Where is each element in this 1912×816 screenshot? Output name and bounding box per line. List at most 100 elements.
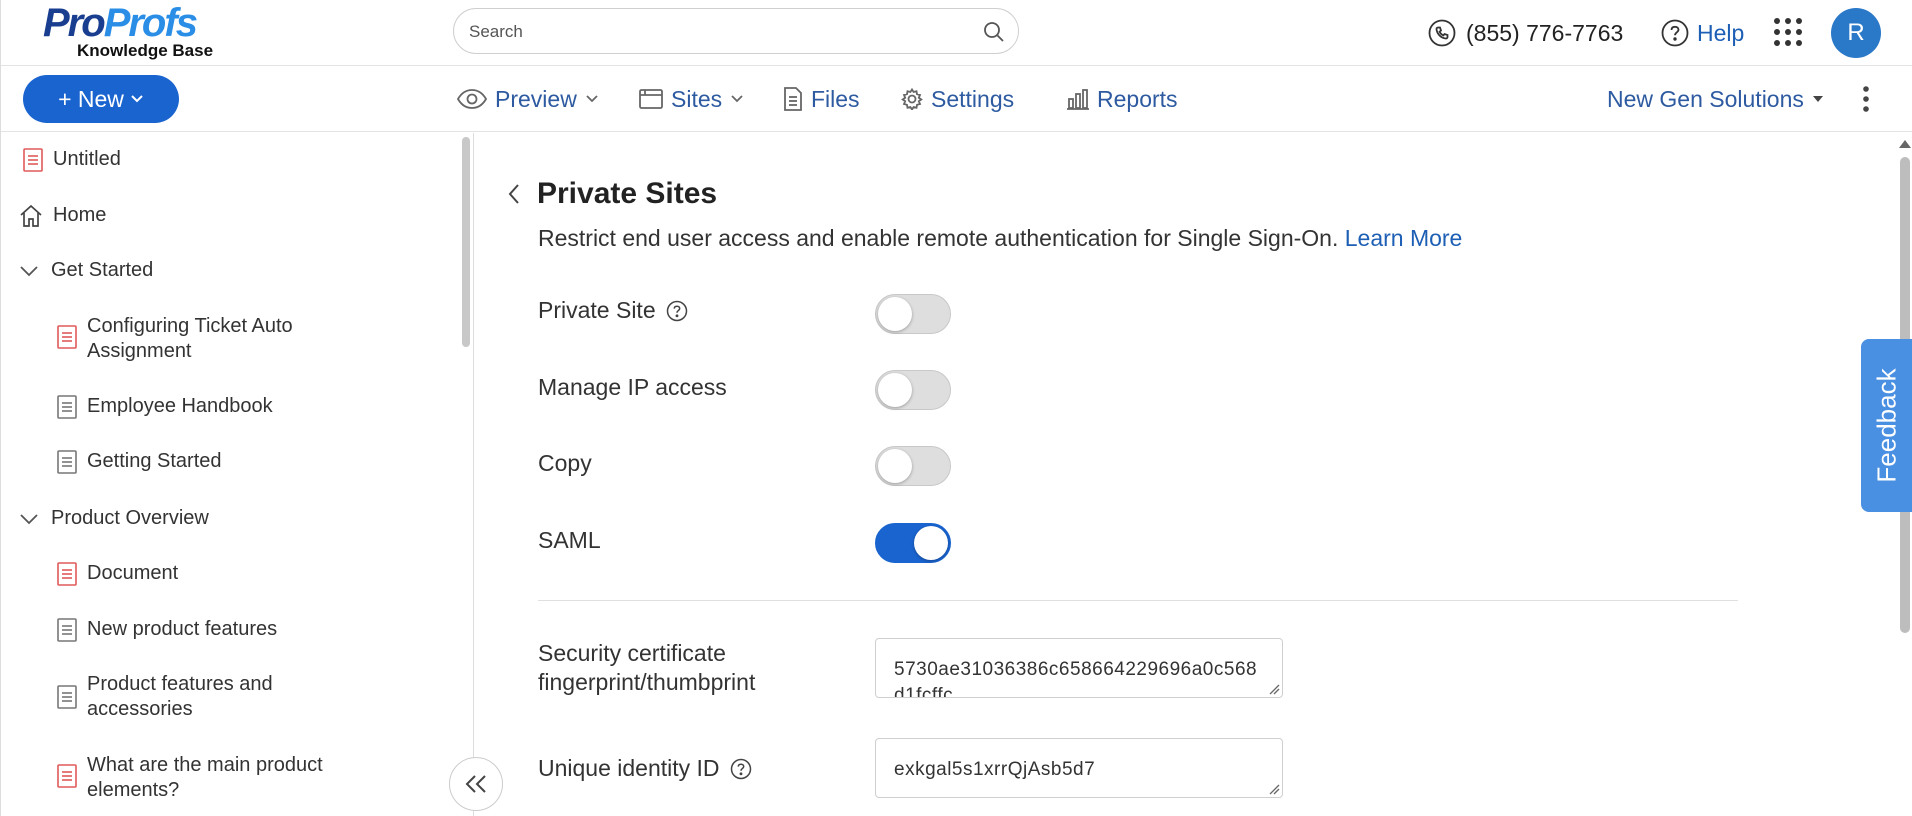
sidebar-item-product-features-accessories[interactable]: Product features and accessories [57, 672, 327, 722]
toggle-knob [878, 373, 912, 407]
proprofs-logo[interactable]: ProProfs Knowledge Base [43, 3, 223, 61]
toolbar: + New Preview Sites Files Settings Repor… [1, 66, 1912, 132]
scroll-up-arrow-icon[interactable] [1897, 137, 1912, 151]
help-link[interactable]: Help [1661, 16, 1744, 50]
eye-icon [457, 89, 487, 109]
app-grid-icon[interactable] [1773, 17, 1803, 47]
feedback-tab[interactable]: Feedback [1861, 339, 1912, 512]
sidebar-item-employee-handbook[interactable]: Employee Handbook [57, 394, 273, 419]
nav-sites[interactable]: Sites [639, 80, 744, 118]
private-site-label: Private Site [538, 297, 688, 324]
unique-identity-label: Unique identity ID [538, 755, 752, 782]
saml-toggle[interactable] [875, 523, 951, 563]
field-value: exkgal5s1xrrQjAsb5d7 [894, 759, 1096, 780]
sidebar-item-label: Getting Started [87, 450, 222, 472]
phone-icon [1428, 19, 1456, 47]
field-label-line: Unique identity ID [538, 755, 720, 781]
resize-handle-icon[interactable] [1268, 783, 1280, 795]
sidebar-item-untitled[interactable]: Untitled [23, 147, 121, 172]
search-box[interactable] [453, 8, 1019, 54]
sidebar-item-label: Home [53, 204, 107, 226]
toggle-label: Copy [538, 450, 592, 476]
unique-identity-field[interactable]: exkgal5s1xrrQjAsb5d7 [875, 738, 1283, 798]
chevron-down-icon [131, 95, 143, 103]
account-switcher[interactable]: New Gen Solutions [1607, 80, 1824, 118]
document-icon [57, 395, 77, 419]
new-button[interactable]: + New [23, 75, 179, 123]
bar-chart-icon [1067, 89, 1089, 110]
feedback-label: Feedback [1871, 368, 1902, 483]
sidebar-item-home[interactable]: Home [19, 203, 106, 228]
phone-number: (855) 776-7763 [1466, 19, 1624, 46]
sidebar: Untitled Home Get Started Configuring Ti… [1, 133, 474, 816]
chevron-down-icon [20, 266, 38, 277]
sidebar-item-configuring-ticket[interactable]: Configuring Ticket Auto Assignment [57, 314, 377, 364]
account-name: New Gen Solutions [1607, 85, 1804, 112]
nav-files[interactable]: Files [783, 80, 860, 118]
chevron-down-icon [731, 95, 743, 103]
help-icon[interactable] [730, 758, 752, 780]
sidebar-item-label: Document [87, 562, 179, 584]
file-icon [784, 87, 802, 111]
gear-icon [901, 88, 923, 110]
phone-contact[interactable]: (855) 776-7763 [1428, 16, 1623, 50]
nav-reports[interactable]: Reports [1067, 80, 1178, 118]
certificate-fingerprint-field[interactable]: 5730ae31036386c658664229696a0c568d1fcffc [875, 638, 1283, 698]
sidebar-item-label: Product features and accessories [87, 673, 273, 720]
nav-settings-label: Settings [931, 85, 1015, 112]
top-bar: ProProfs Knowledge Base (855) 776-7763 H… [1, 0, 1912, 66]
more-options-icon[interactable] [1856, 84, 1876, 114]
field-label-line: Security certificate [538, 640, 726, 666]
sidebar-item-label: Employee Handbook [87, 395, 273, 417]
sidebar-item-label: What are the main product elements? [87, 754, 323, 801]
divider [538, 600, 1738, 601]
avatar[interactable]: R [1831, 8, 1881, 58]
chevron-down-icon [586, 95, 598, 103]
sidebar-item-new-product-features[interactable]: New product features [57, 617, 277, 642]
new-button-label: + New [58, 85, 124, 112]
help-icon [1661, 19, 1689, 47]
toggle-label: SAML [538, 527, 601, 553]
main-content: Private Sites Restrict end user access a… [475, 133, 1895, 816]
nav-files-label: Files [811, 85, 860, 112]
help-icon[interactable] [666, 300, 688, 322]
nav-sites-label: Sites [671, 85, 723, 112]
chevron-down-icon [20, 514, 38, 525]
back-icon[interactable] [507, 183, 521, 205]
logo-brand: ProProfs [43, 1, 198, 45]
copy-toggle[interactable] [875, 446, 951, 486]
sidebar-item-getting-started[interactable]: Getting Started [57, 449, 222, 474]
copy-label: Copy [538, 450, 592, 477]
sidebar-item-document[interactable]: Document [57, 561, 178, 586]
page-description: Restrict end user access and enable remo… [538, 225, 1462, 252]
field-value: 5730ae31036386c658664229696a0c568d1fcffc [894, 659, 1258, 698]
field-label-line: fingerprint/thumbprint [538, 669, 756, 695]
nav-settings[interactable]: Settings [901, 80, 1014, 118]
private-site-toggle[interactable] [875, 294, 951, 334]
nav-reports-label: Reports [1097, 85, 1178, 112]
document-icon [57, 618, 77, 642]
sidebar-item-label: New product features [87, 618, 278, 640]
logo-subtitle: Knowledge Base [77, 41, 214, 60]
manage-ip-toggle[interactable] [875, 370, 951, 410]
sidebar-item-main-product-elements[interactable]: What are the main product elements? [57, 753, 357, 803]
toggle-knob [878, 297, 912, 331]
document-icon [23, 148, 43, 172]
toggle-knob [878, 449, 912, 483]
search-icon[interactable] [982, 20, 1006, 44]
sidebar-item-product-overview[interactable]: Product Overview [17, 506, 209, 531]
browser-icon [639, 89, 663, 109]
sidebar-item-get-started[interactable]: Get Started [17, 258, 153, 283]
certificate-fingerprint-label: Security certificate fingerprint/thumbpr… [538, 639, 755, 697]
sidebar-item-label: Get Started [51, 259, 154, 281]
search-input[interactable] [469, 19, 949, 45]
resize-handle-icon[interactable] [1268, 683, 1280, 695]
document-icon [57, 764, 77, 788]
nav-preview-label: Preview [495, 85, 577, 112]
learn-more-link[interactable]: Learn More [1345, 225, 1463, 251]
description-text: Restrict end user access and enable remo… [538, 225, 1339, 251]
manage-ip-label: Manage IP access [538, 374, 727, 401]
caret-down-icon [1812, 96, 1823, 102]
nav-preview[interactable]: Preview [457, 80, 599, 118]
sidebar-scrollbar[interactable] [462, 137, 470, 347]
